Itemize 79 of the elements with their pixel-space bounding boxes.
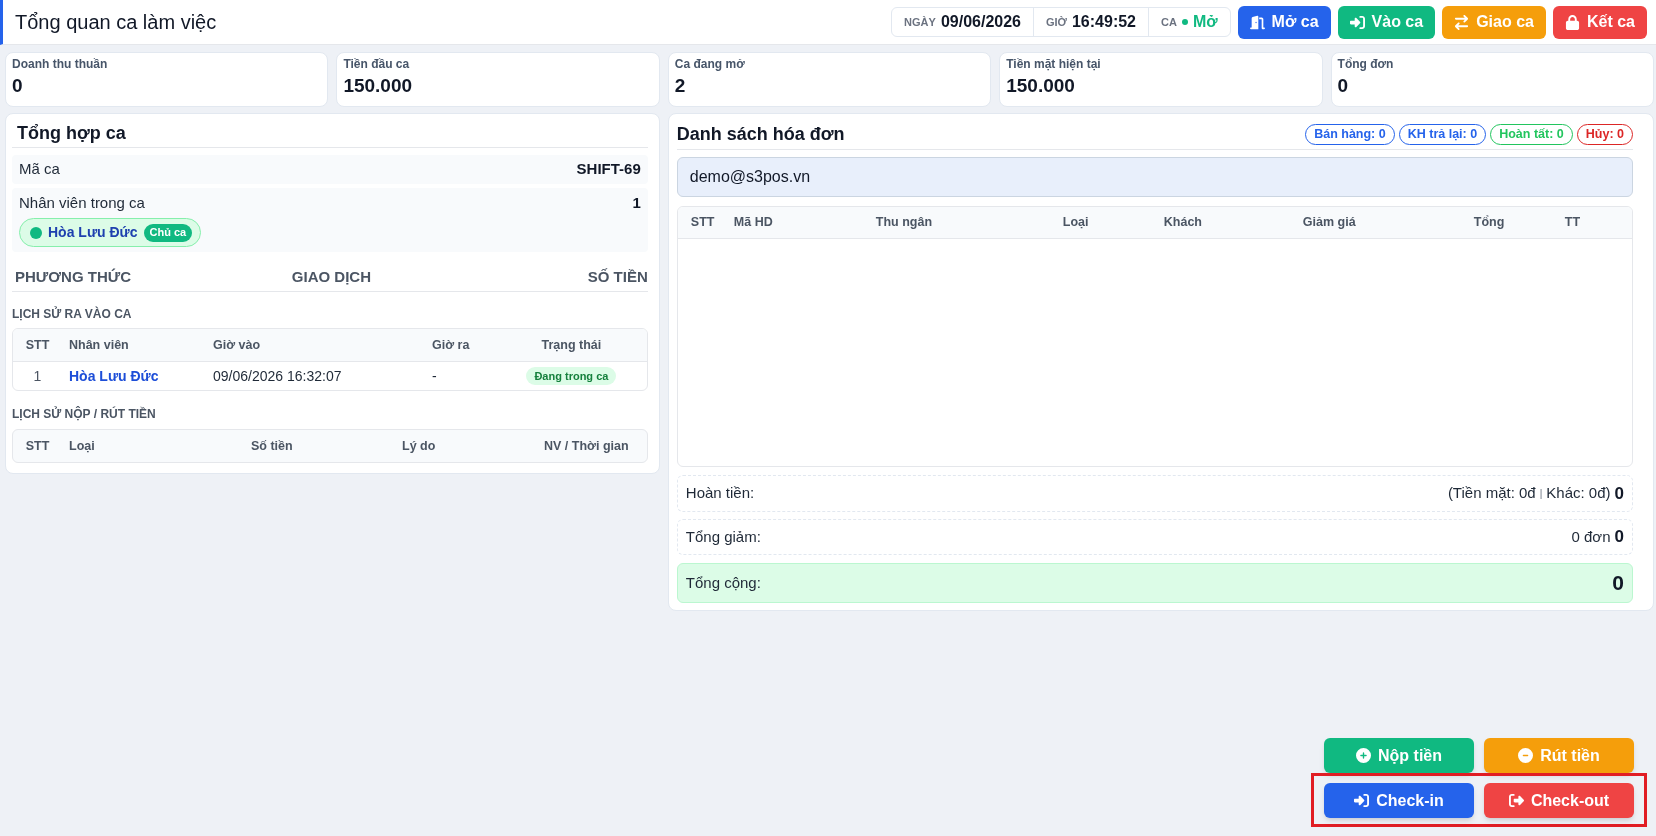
deposit-button[interactable]: Nộp tiền — [1324, 738, 1474, 773]
info-label: GIỜ — [1045, 14, 1067, 30]
summary-label: Hoàn tiền: — [685, 483, 755, 504]
stat-label: Tiền đầu ca — [343, 56, 411, 73]
section-title: LỊCH SỬ RA VÀO CA — [12, 306, 133, 322]
separator: | — [1539, 487, 1543, 501]
door-icon — [1249, 14, 1265, 30]
close-shift-button[interactable]: Kết ca — [1552, 5, 1647, 39]
shift-code: SHIFT-69 — [576, 159, 641, 180]
panel-title: Danh sách hóa đơn — [676, 122, 845, 146]
withdraw-button[interactable]: Rút tiền — [1484, 738, 1634, 773]
discount-orders: 0 đơn — [1571, 526, 1611, 547]
stat-value: 150.000 — [1006, 74, 1076, 98]
refund-cash: (Tiền mặt: 0đ — [1447, 483, 1536, 504]
role-badge: Chủ ca — [143, 223, 193, 242]
join-shift-button[interactable]: Vào ca — [1337, 5, 1436, 39]
column-header: NV / Thời gian — [543, 437, 630, 455]
column-header: STT — [24, 336, 51, 354]
check-in-button[interactable]: Check-in — [1324, 783, 1474, 818]
column-header: Giờ vào — [212, 336, 262, 354]
stat-value: 0 — [1337, 74, 1350, 98]
staff-link[interactable]: Hòa Lưu Đức — [62, 365, 206, 387]
info-label: CA — [1161, 14, 1177, 30]
handover-button[interactable]: Giao ca — [1442, 5, 1546, 39]
sign-out-icon — [1508, 793, 1524, 808]
stat-label: Tổng đơn — [1337, 56, 1395, 73]
shift-status: Mở — [1192, 12, 1218, 32]
sign-in-icon — [1354, 793, 1370, 808]
column-header: STT — [24, 437, 51, 455]
stat-value: 2 — [674, 74, 687, 98]
column-header: Trạng thái — [540, 336, 603, 354]
column-header: Tổng — [1473, 214, 1506, 232]
column-header: Thu ngân — [875, 214, 934, 232]
staff-name: Hòa Lưu Đức — [48, 223, 138, 242]
column-header: PHƯƠNG THỨC — [15, 266, 132, 287]
column-header: GIAO DỊCH — [290, 266, 372, 287]
column-header: Lý do — [401, 437, 437, 455]
stat-label: Doanh thu thuần — [12, 56, 109, 73]
refund-total: 0 — [1614, 482, 1624, 505]
table-cell-text: - — [431, 366, 438, 386]
stat-label: Tiền mặt hiện tại — [1006, 56, 1102, 73]
panel-title: Tổng hợp ca — [16, 121, 126, 145]
swap-arrows-icon — [1454, 14, 1470, 30]
lock-icon — [1564, 14, 1580, 30]
table-cell-text: 1 — [32, 366, 43, 386]
column-header: Giờ ra — [431, 336, 471, 354]
stat-value: 0 — [12, 74, 24, 98]
info-value: 16:49:52 — [1071, 12, 1136, 32]
column-header: TT — [1564, 214, 1582, 232]
status-badge: Đang trong ca — [526, 367, 617, 385]
section-title: LỊCH SỬ NỘP / RÚT TIỀN — [12, 406, 157, 422]
staff-count: 1 — [632, 192, 641, 213]
refund-other: Khác: 0đ) — [1546, 483, 1611, 504]
stat-label: Ca đang mở — [674, 56, 746, 73]
field-label: Nhân viên trong ca — [19, 192, 145, 213]
open-shift-button[interactable]: Mở ca — [1237, 5, 1331, 39]
column-header: Loại — [1062, 214, 1090, 232]
info-label: NGÀY — [904, 14, 936, 30]
info-value: 09/06/2026 — [940, 12, 1021, 32]
summary-label: Tổng cộng: — [685, 572, 761, 593]
table-cell-text: 09/06/2026 16:32:07 — [212, 366, 343, 386]
page-title: Tổng quan ca làm việc — [15, 10, 217, 35]
discount-total: 0 — [1614, 526, 1624, 549]
staff-chip[interactable]: Hòa Lưu Đức Chủ ca — [19, 218, 202, 247]
stat-value: 150.000 — [343, 74, 414, 98]
column-header: Số tiền — [250, 437, 294, 455]
sign-in-icon — [1349, 14, 1365, 30]
grand-total: 0 — [1612, 570, 1624, 597]
check-out-button[interactable]: Check-out — [1484, 783, 1634, 818]
column-header: Giảm giá — [1302, 214, 1357, 232]
column-header: Loại — [68, 437, 96, 455]
column-header: Mã HD — [733, 214, 774, 232]
field-label: Mã ca — [19, 159, 60, 180]
column-header: Nhân viên — [68, 336, 130, 354]
column-header: SỐ TIỀN — [586, 266, 648, 287]
column-header: Khách — [1163, 214, 1203, 232]
summary-label: Tổng giảm: — [685, 526, 761, 547]
email-field[interactable]: demo@s3pos.vn — [676, 157, 1633, 197]
column-header: STT — [690, 214, 716, 232]
